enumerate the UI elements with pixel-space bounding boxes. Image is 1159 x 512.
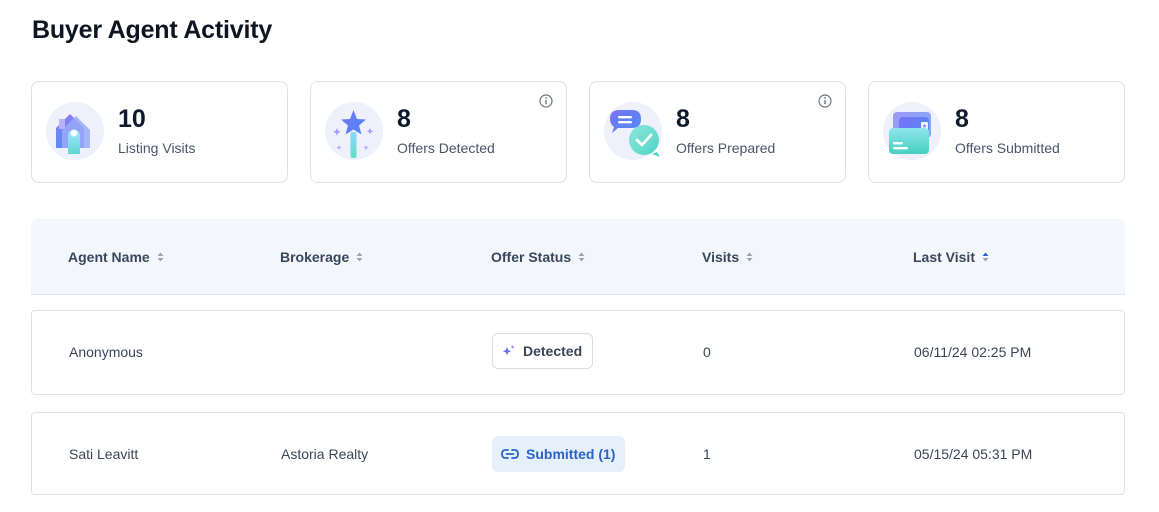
agent-name-cell: Anonymous xyxy=(69,344,143,360)
stat-label: Offers Submitted xyxy=(955,140,1060,156)
sort-icon[interactable] xyxy=(157,252,164,262)
stat-label: Offers Detected xyxy=(397,140,495,156)
info-icon[interactable] xyxy=(539,94,553,108)
last-visit-cell: 06/11/24 02:25 PM xyxy=(914,344,1032,360)
status-badge-label: Detected xyxy=(523,343,583,359)
sort-icon[interactable] xyxy=(746,252,753,262)
visits-cell: 1 xyxy=(703,446,711,462)
page-title: Buyer Agent Activity xyxy=(32,16,273,44)
column-header-brokerage[interactable]: Brokerage xyxy=(280,249,363,265)
status-badge-submitted[interactable]: Submitted (1) xyxy=(492,436,626,472)
folder-icon xyxy=(883,102,941,160)
agent-name-cell: Sati Leavitt xyxy=(69,446,139,462)
stat-card-offers-submitted: 8 Offers Submitted xyxy=(868,81,1125,183)
column-header-visits[interactable]: Visits xyxy=(702,249,753,265)
visits-cell: 0 xyxy=(703,344,711,360)
link-icon xyxy=(501,449,519,459)
column-header-label: Offer Status xyxy=(491,249,572,265)
house-icon xyxy=(46,102,104,160)
stat-card-offers-detected: 8 Offers Detected xyxy=(310,81,567,183)
stat-value: 8 xyxy=(955,105,969,133)
chat-check-icon xyxy=(604,102,662,160)
stat-label: Listing Visits xyxy=(118,140,196,156)
sort-ascending-icon[interactable] xyxy=(982,252,989,262)
table-row[interactable]: Anonymous Detected 0 06/11/24 02:25 PM xyxy=(31,310,1125,395)
column-header-label: Last Visit xyxy=(913,249,975,265)
stat-value: 10 xyxy=(118,105,146,133)
magic-wand-icon xyxy=(325,102,383,160)
column-header-label: Visits xyxy=(702,249,740,265)
table-header: Agent Name Brokerage Offer Status Visits… xyxy=(31,219,1125,295)
stat-card-listing-visits: 10 Listing Visits xyxy=(31,81,288,183)
brokerage-cell: Astoria Realty xyxy=(281,446,369,462)
status-badge-detected[interactable]: Detected xyxy=(492,333,594,369)
sparkle-icon xyxy=(502,345,515,356)
table-row[interactable]: Sati Leavitt Astoria Realty Submitted (1… xyxy=(31,412,1125,495)
stat-label: Offers Prepared xyxy=(676,140,776,156)
stat-card-offers-prepared: 8 Offers Prepared xyxy=(589,81,846,183)
column-header-offer-status[interactable]: Offer Status xyxy=(491,249,585,265)
sort-icon[interactable] xyxy=(578,252,585,262)
column-header-label: Brokerage xyxy=(280,249,350,265)
status-badge-label: Submitted (1) xyxy=(526,446,616,462)
column-header-label: Agent Name xyxy=(68,249,150,265)
column-header-last-visit[interactable]: Last Visit xyxy=(913,249,989,265)
column-header-agent-name[interactable]: Agent Name xyxy=(68,249,164,265)
info-icon[interactable] xyxy=(818,94,832,108)
stat-value: 8 xyxy=(397,105,411,133)
stat-value: 8 xyxy=(676,105,690,133)
last-visit-cell: 05/15/24 05:31 PM xyxy=(914,446,1033,462)
sort-icon[interactable] xyxy=(356,252,363,262)
